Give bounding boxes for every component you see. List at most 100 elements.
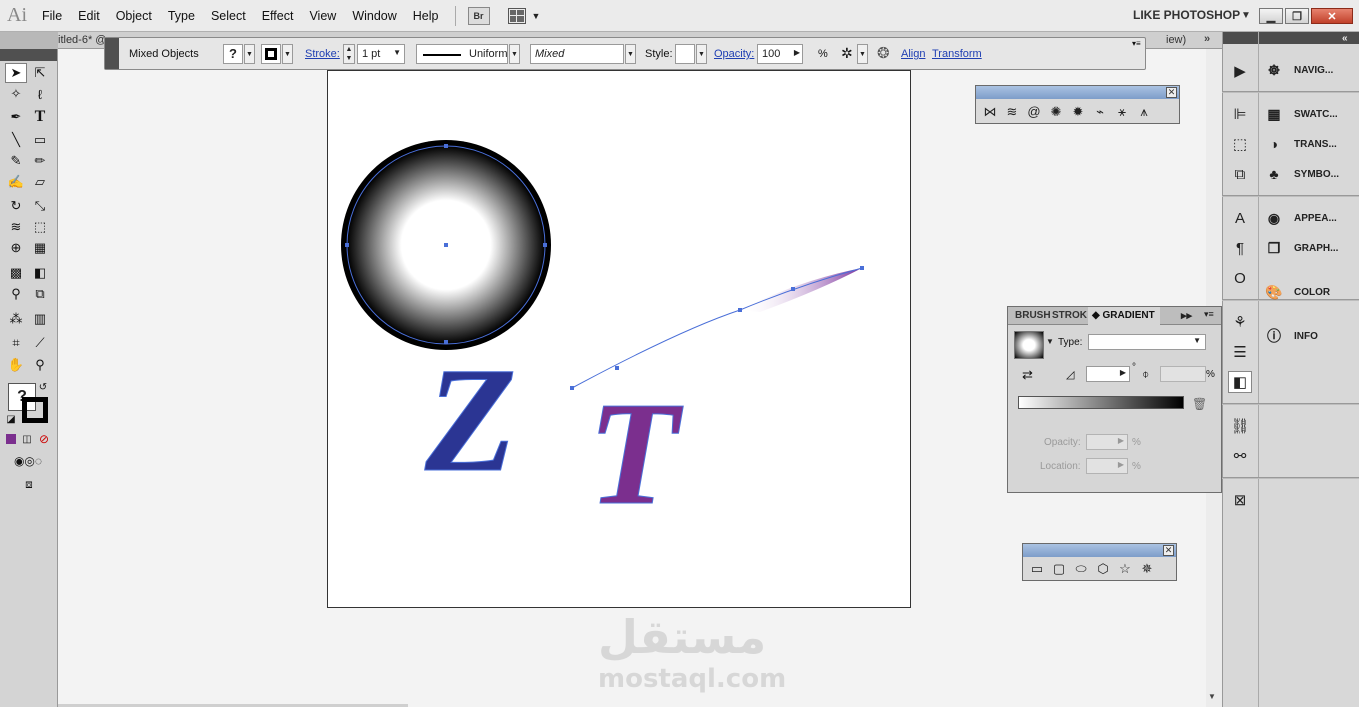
symbol-sprayer-tool-icon[interactable]: ⁂ bbox=[5, 309, 27, 329]
rectangle-tool-icon[interactable]: ▭ bbox=[1026, 559, 1048, 579]
screen-mode-icon[interactable]: ⧈ bbox=[16, 476, 42, 492]
twirl-tool-icon[interactable]: @ bbox=[1023, 101, 1045, 121]
free-transform-tool-icon[interactable]: ⬚ bbox=[29, 217, 51, 237]
stroke-weight-field[interactable]: 1 pt ▼ bbox=[357, 44, 405, 64]
document-tab[interactable]: itled-6* @ bbox=[58, 34, 106, 46]
stop-location-field[interactable]: ▶ bbox=[1086, 458, 1128, 474]
gradient-mode-icon[interactable]: ◫ bbox=[20, 432, 34, 446]
mesh-tool-icon[interactable]: ▩ bbox=[5, 263, 27, 283]
type-tool-icon[interactable]: T bbox=[29, 107, 51, 127]
chevron-down-icon[interactable]: ▼ bbox=[244, 44, 255, 64]
chevron-down-icon[interactable]: ▼ bbox=[625, 44, 636, 64]
transform-panel-icon[interactable]: ⬚ bbox=[1228, 133, 1252, 155]
paragraph-panel-icon[interactable]: ¶ bbox=[1228, 237, 1252, 259]
gradient-type-select[interactable]: ▼ bbox=[1088, 334, 1206, 350]
scroll-down-icon[interactable]: ▼ bbox=[1208, 692, 1216, 701]
eyedropper-tool-icon[interactable]: ⚲ bbox=[5, 284, 27, 304]
stroke-stepper[interactable]: ▲ ▼ bbox=[343, 44, 355, 64]
opacity-link[interactable]: Opacity: bbox=[714, 48, 754, 60]
close-button[interactable]: ✕ bbox=[1311, 8, 1353, 24]
bridge-button[interactable]: Br bbox=[467, 6, 490, 25]
chevron-down-icon[interactable]: ▼ bbox=[532, 11, 541, 21]
graphic-style-swatch[interactable] bbox=[675, 44, 695, 64]
slice-tool-icon[interactable]: ⟋ bbox=[29, 333, 51, 353]
artboard-tool-icon[interactable]: ⌗ bbox=[5, 333, 27, 353]
crystallize-tool-icon[interactable]: ⚹ bbox=[1111, 102, 1133, 122]
isolate-icon[interactable]: ❂ bbox=[877, 44, 890, 62]
minimize-button[interactable]: ▁ bbox=[1259, 8, 1283, 24]
eraser-tool-icon[interactable]: ▱ bbox=[29, 172, 51, 192]
brushes-panel-icon[interactable]: ⚘ bbox=[1228, 311, 1252, 333]
transform-link[interactable]: Transform bbox=[932, 48, 982, 60]
zoom-tool-icon[interactable]: ⚲ bbox=[29, 355, 51, 375]
variable-width-profile[interactable]: Uniform bbox=[416, 44, 508, 64]
chevron-down-icon[interactable]: ▼ bbox=[1241, 10, 1251, 21]
character-panel-icon[interactable]: A bbox=[1228, 207, 1252, 229]
hand-tool-icon[interactable]: ✋ bbox=[5, 355, 27, 375]
magic-wand-tool-icon[interactable]: ✧ bbox=[5, 84, 27, 104]
close-icon[interactable]: ✕ bbox=[1163, 545, 1174, 556]
gradient-preview-swatch[interactable] bbox=[1014, 331, 1044, 359]
dock-item-navigator[interactable]: ☸ NAVIG... bbox=[1264, 57, 1334, 83]
color-mode-icon[interactable] bbox=[4, 432, 18, 446]
rounded-rectangle-tool-icon[interactable]: ▢ bbox=[1048, 559, 1070, 579]
dock-item-graphic-styles[interactable]: ❐ GRAPH... bbox=[1264, 235, 1339, 261]
recolor-icon[interactable]: ✲ bbox=[841, 45, 853, 62]
menu-edit[interactable]: Edit bbox=[78, 9, 100, 23]
selection-tool-icon[interactable]: ➤ bbox=[5, 63, 27, 83]
warp-tool-icon[interactable]: ≋ bbox=[1001, 102, 1023, 122]
angle-field[interactable]: ▶ bbox=[1086, 366, 1130, 382]
scallop-tool-icon[interactable]: ⌁ bbox=[1089, 102, 1111, 122]
polygon-tool-icon[interactable]: ⬡ bbox=[1092, 559, 1114, 579]
image-trace-panel-icon[interactable]: ⚯ bbox=[1228, 445, 1252, 467]
rotate-tool-icon[interactable]: ↻ bbox=[5, 196, 27, 216]
gradient-slider[interactable] bbox=[1018, 396, 1184, 409]
rectangle-tool-icon[interactable]: ▭ bbox=[29, 130, 51, 150]
dock-item-symbols[interactable]: ♣ SYMBO... bbox=[1264, 161, 1339, 187]
artboard[interactable] bbox=[327, 70, 911, 608]
direct-selection-tool-icon[interactable]: ⇱ bbox=[29, 63, 51, 83]
menu-effect[interactable]: Effect bbox=[262, 9, 294, 23]
gradient-panel-icon[interactable]: ◧ bbox=[1228, 371, 1252, 393]
dock-item-swatches[interactable]: ▦ SWATC... bbox=[1264, 101, 1337, 127]
document-tab-view[interactable]: iew) bbox=[1166, 34, 1186, 46]
actions-play-icon[interactable]: ▶ bbox=[1228, 60, 1252, 82]
aspect-ratio-field[interactable] bbox=[1160, 366, 1206, 382]
menu-type[interactable]: Type bbox=[168, 9, 195, 23]
flare-tool-icon[interactable]: ✵ bbox=[1136, 559, 1158, 579]
bloat-tool-icon[interactable]: ✹ bbox=[1067, 102, 1089, 122]
panel-grip[interactable] bbox=[1223, 32, 1258, 44]
panel-grip[interactable] bbox=[0, 49, 57, 61]
stop-opacity-field[interactable]: ▶ bbox=[1086, 434, 1128, 450]
align-panel-icon[interactable]: ⊫ bbox=[1228, 103, 1252, 125]
dock-item-color[interactable]: 🎨 COLOR bbox=[1264, 279, 1330, 305]
dock-item-appearance[interactable]: ◉ APPEA... bbox=[1264, 205, 1337, 231]
panel-grip[interactable] bbox=[105, 38, 119, 69]
chevron-down-icon[interactable]: ▼ bbox=[509, 44, 520, 64]
pencil-tool-icon[interactable]: ✏ bbox=[29, 151, 51, 171]
line-tool-icon[interactable]: ╲ bbox=[5, 130, 27, 150]
menu-select[interactable]: Select bbox=[211, 9, 246, 23]
blend-tool-icon[interactable]: ⧉ bbox=[29, 284, 51, 304]
lasso-tool-icon[interactable]: ℓ bbox=[29, 84, 51, 104]
graph-tool-icon[interactable]: ▥ bbox=[29, 309, 51, 329]
chevron-down-icon[interactable]: ▼ bbox=[696, 44, 707, 64]
workspace-switcher[interactable]: LIKE PHOTOSHOP bbox=[1133, 8, 1240, 22]
chevron-down-icon[interactable]: ▼ bbox=[282, 44, 293, 64]
pen-tool-icon[interactable]: ✒ bbox=[5, 107, 27, 127]
panel-menu-icon[interactable]: ▾≡ bbox=[1132, 39, 1141, 48]
stroke-panel-icon[interactable]: ☰ bbox=[1228, 341, 1252, 363]
menu-help[interactable]: Help bbox=[413, 9, 439, 23]
star-tool-icon[interactable]: ☆ bbox=[1114, 559, 1136, 579]
stroke-link[interactable]: Stroke: bbox=[305, 48, 340, 60]
arrange-documents-icon[interactable] bbox=[507, 7, 526, 24]
default-fill-stroke-icon[interactable]: ◪ bbox=[4, 412, 18, 426]
expand-arrows-icon[interactable]: » bbox=[1204, 33, 1210, 45]
collapse-arrows-icon[interactable]: « bbox=[1342, 33, 1348, 44]
menu-file[interactable]: File bbox=[42, 9, 62, 23]
draw-modes-icon[interactable]: ◉◎◌ bbox=[4, 452, 52, 470]
chevron-down-icon[interactable]: ▼ bbox=[857, 44, 868, 64]
stroke-swatch[interactable] bbox=[261, 44, 281, 64]
tab-gradient[interactable]: ◆ GRADIENT bbox=[1088, 307, 1160, 325]
pathfinder-panel-icon[interactable]: ⧉ bbox=[1228, 163, 1252, 185]
